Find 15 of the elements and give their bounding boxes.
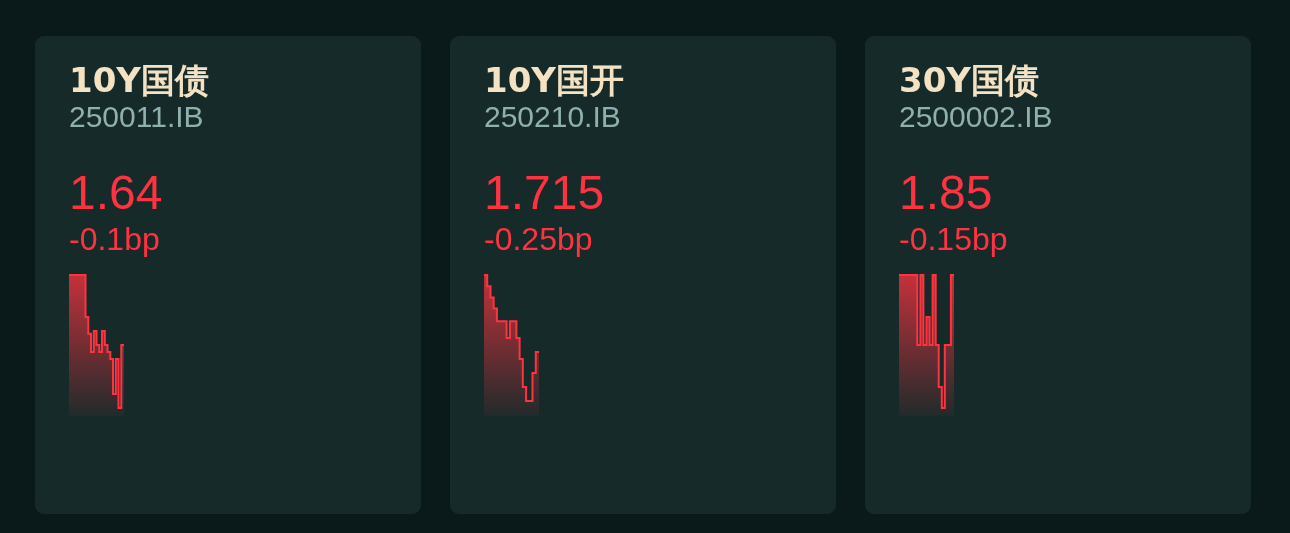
bond-card[interactable]: 10Y国开 250210.IB 1.715 -0.25bp	[450, 36, 836, 514]
yield-change: -0.25bp	[484, 220, 593, 259]
bond-name: 30Y国债	[899, 60, 1039, 101]
bond-card[interactable]: 10Y国债 250011.IB 1.64 -0.1bp	[35, 36, 421, 514]
yield-change: -0.1bp	[69, 220, 160, 259]
yield-value: 1.64	[69, 164, 163, 220]
bond-code: 250210.IB	[484, 98, 621, 135]
yield-value: 1.715	[484, 164, 605, 220]
yield-change: -0.15bp	[899, 220, 1008, 259]
bond-code: 250011.IB	[69, 98, 204, 135]
bond-name: 10Y国债	[69, 60, 209, 101]
bond-code: 2500002.IB	[899, 98, 1053, 135]
yield-value: 1.85	[899, 164, 993, 220]
bond-name: 10Y国开	[484, 60, 624, 101]
bond-card[interactable]: 30Y国债 2500002.IB 1.85 -0.15bp	[865, 36, 1251, 514]
